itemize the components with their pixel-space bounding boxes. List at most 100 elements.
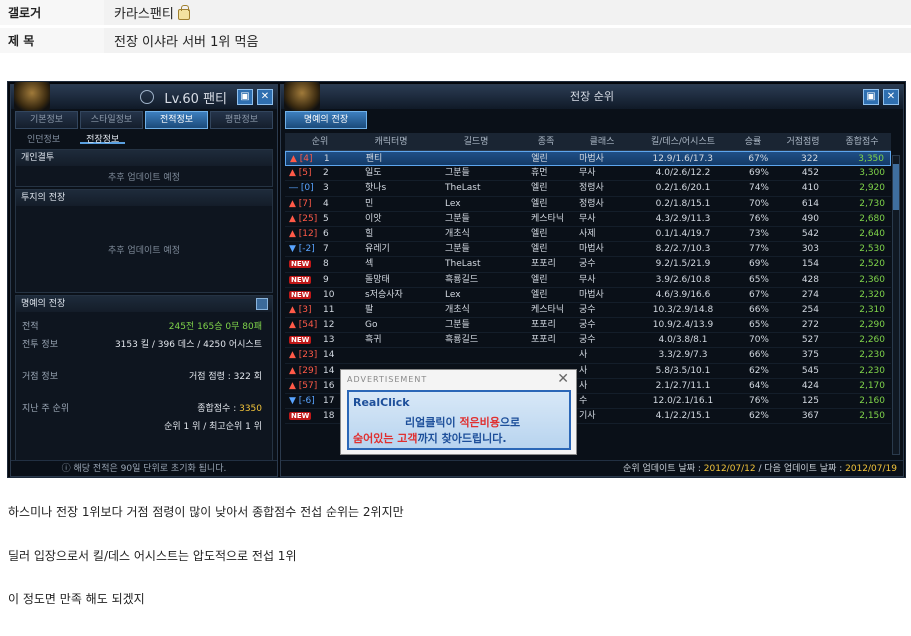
kda-cell: 4.0/2.6/12.2 <box>655 168 711 179</box>
tab-reputation-info[interactable]: 평판정보 <box>210 111 273 129</box>
kda-cell: 3.3/2.9/7.3 <box>658 350 708 361</box>
kda-cell: 10.3/2.9/14.8 <box>652 304 714 315</box>
subtab-battleground[interactable]: 전장정보 <box>80 132 126 145</box>
table-row[interactable]: ▲ [23] 14 사 3.3/2.9/7.3 66% 375 2,230 <box>285 348 891 364</box>
rank-change: ▲ [29] <box>289 365 318 376</box>
class-cell: 사제 <box>579 228 596 239</box>
gallery-name-link[interactable]: 카라스팬티 <box>114 3 174 22</box>
total-score-cell: 2,150 <box>859 411 885 422</box>
table-row[interactable]: ▲ [5] 2 일도 그분들 휴먼 무사 4.0/2.6/12.2 69% 452 3,300 <box>285 166 891 182</box>
base-capture-cell: 254 <box>801 304 819 315</box>
guild-name-cell: 그분들 <box>445 213 470 224</box>
ranking-scrollbar[interactable] <box>892 155 900 455</box>
tab-basic-info[interactable]: 기본정보 <box>15 111 78 129</box>
character-name-cell: 일도 <box>365 168 382 179</box>
table-row[interactable]: NEW 10 s저승사자 Lex 엘린 마법사 4.6/3.9/16.6 67% 274 2,32… <box>285 288 891 303</box>
stat-record: 전적 245전 165승 0무 80패 <box>22 321 262 332</box>
rank-cell: 9 <box>323 274 329 285</box>
character-name-cell: 유레기 <box>365 244 390 255</box>
rank-cell: 11 <box>323 304 335 315</box>
class-cell: 마법사 <box>579 154 604 164</box>
table-row[interactable]: ― [0] 3 핫나s TheLast 엘린 정령사 0.2/1.6/20.1 74% 410 2… <box>285 181 891 197</box>
class-cell: 사 <box>579 380 588 391</box>
win-rate-cell: 64% <box>748 380 769 391</box>
close-icon[interactable]: ✕ <box>557 371 570 387</box>
table-row[interactable]: NEW 8 섹 TheLast 포포리 궁수 9.2/1.5/21.9 69% 154 2,520 <box>285 257 891 273</box>
rank-cell: 2 <box>323 168 329 179</box>
guild-name-cell: 흑룡길드 <box>445 274 479 285</box>
table-row[interactable]: ▲ [25] 5 이앗 그분들 케스타닉 무사 4.3/2.9/11.3 76% 490 2,68… <box>285 212 891 227</box>
total-score-cell: 2,310 <box>859 304 885 315</box>
kda-cell: 5.8/3.5/10.1 <box>655 365 711 376</box>
ranking-list-icon[interactable] <box>256 298 268 310</box>
character-name-cell: 팬티 <box>365 154 383 164</box>
table-row[interactable]: NEW 9 돌망태 흑룡길드 엘린 무사 3.9/2.6/10.8 65% 428 2,360 <box>285 273 891 288</box>
race-cell: 엘린 <box>531 228 548 239</box>
class-cell: 궁수 <box>579 304 596 315</box>
win-rate-cell: 65% <box>748 320 769 331</box>
total-score-cell: 3,350 <box>858 154 884 164</box>
guild-name-cell: 그분들 <box>445 320 470 331</box>
ad-banner[interactable]: RealClick 리얼클릭이 적은비용으로 숨어있는 고객까지 찾아드립니다. <box>347 390 571 450</box>
ranking-table-header: 순위 캐릭터명 길드명 종족 클래스 킬/데스/어시스트 승률 거점점령 종합점… <box>285 133 891 151</box>
base-capture-cell: 452 <box>801 168 819 179</box>
advertisement-overlay[interactable]: ADVERTISEMENT ✕ RealClick 리얼클릭이 적은비용으로 숨… <box>340 369 577 455</box>
base-capture-cell: 125 <box>801 396 819 406</box>
total-score-cell: 2,640 <box>859 228 885 239</box>
rank-change: ▲ [5] <box>289 168 312 179</box>
tab-record-info[interactable]: 전적정보 <box>145 111 208 129</box>
character-level: Lv.60 팬티 <box>164 91 227 107</box>
total-score-cell: 2,230 <box>859 350 885 361</box>
kda-cell: 0.2/1.8/15.1 <box>655 198 711 209</box>
guild-name-cell <box>432 152 522 165</box>
kda-cell: 4.6/3.9/16.6 <box>655 289 711 300</box>
race-cell: 엘린 <box>531 183 548 194</box>
lock-icon[interactable]: ▣ <box>237 89 253 105</box>
rank-cell: 7 <box>323 244 329 255</box>
win-rate-cell: 62% <box>748 411 769 422</box>
win-rate-cell: 70% <box>748 198 769 209</box>
class-cell: 기사 <box>579 411 596 422</box>
rank-change: ▲ [7] <box>289 198 312 209</box>
rank-change: ▲ [57] <box>289 380 318 391</box>
stat-combat: 전투 정보 3153 킬 / 396 데스 / 4250 어시스트 <box>22 339 262 350</box>
base-capture-cell: 428 <box>801 274 819 285</box>
rank-change: ▼ [-2] <box>289 244 315 255</box>
class-cell: 정령사 <box>579 183 604 194</box>
total-score-cell: 2,360 <box>859 274 885 285</box>
base-capture-cell: 272 <box>801 320 819 331</box>
close-icon[interactable]: ✕ <box>257 89 273 105</box>
kda-cell: 4.1/2.2/15.1 <box>655 411 711 422</box>
win-rate-cell: 69% <box>748 259 769 270</box>
tab-honor-battleground[interactable]: 명예의 전장 <box>285 111 367 129</box>
gallery-value: 카라스팬티 <box>104 0 911 25</box>
lock-icon[interactable]: ▣ <box>863 89 879 105</box>
close-icon[interactable]: ✕ <box>883 89 899 105</box>
class-cell: 무사 <box>579 168 596 179</box>
game-screenshot: Lv.60 팬티 ▣ ✕ 기본정보 스타일정보 전적정보 평판정보 인던정보 전… <box>7 81 906 478</box>
table-row[interactable]: ▲ [4] 1 팬티 엘린 마법사 12.9/1.6/17.3 67% 322 3,350 <box>285 151 891 167</box>
ad-header: ADVERTISEMENT ✕ <box>347 371 570 387</box>
rank-change: ▲ [23] <box>289 350 318 361</box>
table-row[interactable]: ▲ [3] 11 팔 개초식 케스타닉 궁수 10.3/2.9/14.8 66% 254 2,31… <box>285 303 891 319</box>
subtab-dungeon[interactable]: 인던정보 <box>21 132 66 145</box>
race-cell: 포포리 <box>531 320 556 331</box>
rank-change: NEW <box>289 275 312 284</box>
race-cell: 케스타닉 <box>531 304 565 315</box>
table-row[interactable]: ▼ [-2] 7 유레기 그분들 엘린 마법사 8.2/2.7/10.3 77% 303 2,53… <box>285 242 891 258</box>
rank-change: NEW <box>289 336 312 345</box>
win-rate-cell: 66% <box>748 350 769 361</box>
win-rate-cell: 77% <box>748 244 769 255</box>
win-rate-cell: 74% <box>748 183 769 194</box>
table-row[interactable]: ▲ [7] 4 민 Lex 엘린 정령사 0.2/1.8/15.1 70% 614 2,730 <box>285 197 891 212</box>
table-row[interactable]: NEW 13 흑귀 흑룡길드 포포리 궁수 4.0/3.8/8.1 70% 527 2,260 <box>285 333 891 349</box>
tab-style-info[interactable]: 스타일정보 <box>80 111 143 129</box>
character-name-cell: 핫나s <box>365 183 387 194</box>
record-reset-notice: ⓘ 해당 전적은 90일 단위로 초기화 됩니다. <box>11 460 277 476</box>
character-name-cell: 힐 <box>365 228 374 239</box>
duel-section-title: 개인결투 <box>16 150 272 166</box>
record-subtabs: 인던정보 전장정보 <box>11 129 277 147</box>
scrollbar-thumb[interactable] <box>893 164 899 210</box>
table-row[interactable]: ▲ [12] 6 힐 개초식 엘린 사제 0.1/1.4/19.7 73% 542 2,640 <box>285 227 891 243</box>
table-row[interactable]: ▲ [54] 12 Go 그분들 포포리 궁수 10.9/2.4/13.9 65% 272 2,2… <box>285 318 891 334</box>
